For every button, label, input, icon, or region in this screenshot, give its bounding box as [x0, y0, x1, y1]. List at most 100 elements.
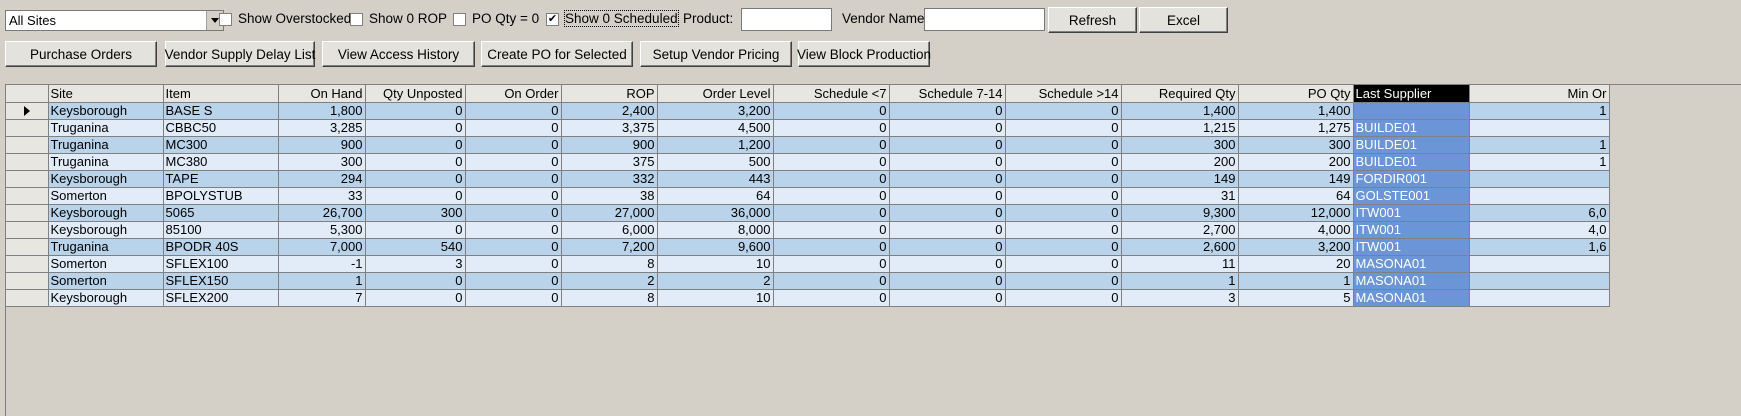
table-cell[interactable]: 0: [365, 221, 466, 239]
po-qty-zero-label[interactable]: PO Qty = 0: [472, 11, 539, 26]
table-cell[interactable]: BUILDE01: [1353, 119, 1470, 137]
table-row[interactable]: Keysborough BASE S 1,800 0 0 2,400 3,200 0 0 0 1,4…: [6, 102, 1610, 120]
table-cell[interactable]: 0: [773, 221, 890, 239]
table-cell[interactable]: 0: [365, 136, 466, 154]
table-cell[interactable]: 0: [1005, 170, 1122, 188]
table-cell[interactable]: 1: [1121, 272, 1239, 290]
table-cell[interactable]: 0: [773, 204, 890, 222]
table-cell[interactable]: MASONA01: [1353, 289, 1470, 307]
table-cell[interactable]: 3: [1121, 289, 1239, 307]
table-cell[interactable]: 7,200: [561, 238, 658, 256]
table-cell[interactable]: MC300: [163, 136, 279, 154]
table-cell[interactable]: 0: [773, 119, 890, 137]
table-cell[interactable]: 1: [1469, 153, 1610, 171]
site-select[interactable]: All Sites: [5, 10, 224, 31]
po-qty-zero-checkbox[interactable]: [453, 13, 466, 26]
row-indicator[interactable]: [6, 289, 49, 307]
column-header[interactable]: Schedule <7: [773, 85, 890, 103]
table-cell[interactable]: 0: [465, 187, 562, 205]
table-cell[interactable]: 0: [365, 119, 466, 137]
column-header[interactable]: Site: [48, 85, 164, 103]
table-cell[interactable]: Keysborough: [48, 102, 164, 120]
row-indicator[interactable]: [6, 170, 49, 188]
table-cell[interactable]: 0: [889, 136, 1006, 154]
table-cell[interactable]: 0: [773, 255, 890, 273]
table-cell[interactable]: 149: [1121, 170, 1239, 188]
table-cell[interactable]: 1: [1469, 136, 1610, 154]
table-cell[interactable]: [1469, 119, 1610, 137]
table-row[interactable]: Keysborough 85100 5,300 0 0 6,000 8,000 0 0 0 2,70…: [6, 221, 1610, 239]
table-cell[interactable]: 0: [465, 153, 562, 171]
table-cell[interactable]: 0: [773, 238, 890, 256]
table-row[interactable]: Somerton BPOLYSTUB 33 0 0 38 64 0 0 0 31 64 GOLSTE00…: [6, 187, 1610, 205]
table-cell[interactable]: 0: [465, 255, 562, 273]
column-header[interactable]: Qty Unposted: [365, 85, 466, 103]
table-cell[interactable]: 294: [278, 170, 366, 188]
table-row[interactable]: Keysborough SFLEX200 7 0 0 8 10 0 0 0 3 5 MASONA01: [6, 289, 1610, 307]
table-cell[interactable]: 64: [1238, 187, 1354, 205]
table-cell[interactable]: BPOLYSTUB: [163, 187, 279, 205]
table-cell[interactable]: 10: [657, 289, 774, 307]
row-indicator[interactable]: [6, 255, 49, 273]
table-cell[interactable]: 0: [1005, 119, 1122, 137]
table-cell[interactable]: BASE S: [163, 102, 279, 120]
table-cell[interactable]: 0: [773, 289, 890, 307]
show-zero-rop-label[interactable]: Show 0 ROP: [369, 11, 447, 26]
table-cell[interactable]: 0: [773, 102, 890, 120]
excel-button[interactable]: Excel: [1139, 7, 1228, 33]
table-cell[interactable]: [1469, 187, 1610, 205]
table-cell[interactable]: Truganina: [48, 153, 164, 171]
table-cell[interactable]: 0: [889, 153, 1006, 171]
table-cell[interactable]: 10: [657, 255, 774, 273]
table-cell[interactable]: 0: [365, 170, 466, 188]
column-header-selected[interactable]: Last Supplier: [1353, 85, 1470, 103]
table-cell[interactable]: Somerton: [48, 272, 164, 290]
table-cell[interactable]: 0: [465, 102, 562, 120]
table-cell[interactable]: 2,400: [561, 102, 658, 120]
column-header[interactable]: ROP: [561, 85, 658, 103]
column-header[interactable]: Order Level: [657, 85, 774, 103]
table-cell[interactable]: 0: [1005, 255, 1122, 273]
table-cell[interactable]: [1469, 272, 1610, 290]
table-row[interactable]: Keysborough 5065 26,700 300 0 27,000 36,000 0 0 0…: [6, 204, 1610, 222]
table-cell[interactable]: GOLSTE001: [1353, 187, 1470, 205]
table-cell[interactable]: 0: [773, 187, 890, 205]
table-cell[interactable]: MASONA01: [1353, 272, 1470, 290]
table-cell[interactable]: SFLEX100: [163, 255, 279, 273]
table-cell[interactable]: 0: [773, 272, 890, 290]
table-cell[interactable]: 33: [278, 187, 366, 205]
column-header[interactable]: On Hand: [278, 85, 366, 103]
table-cell[interactable]: 0: [889, 170, 1006, 188]
table-cell[interactable]: 0: [773, 153, 890, 171]
table-cell[interactable]: Keysborough: [48, 221, 164, 239]
column-header[interactable]: Schedule 7-14: [889, 85, 1006, 103]
table-cell[interactable]: Keysborough: [48, 204, 164, 222]
table-cell[interactable]: FORDIR001: [1353, 170, 1470, 188]
table-cell[interactable]: SFLEX150: [163, 272, 279, 290]
table-cell[interactable]: 0: [465, 170, 562, 188]
table-cell[interactable]: 0: [465, 221, 562, 239]
table-cell[interactable]: Keysborough: [48, 170, 164, 188]
column-header[interactable]: Schedule >14: [1005, 85, 1122, 103]
table-cell[interactable]: 4,0: [1469, 221, 1610, 239]
table-cell[interactable]: 1: [1469, 102, 1610, 120]
table-cell[interactable]: 3: [365, 255, 466, 273]
table-cell[interactable]: [1353, 102, 1470, 120]
table-cell[interactable]: 300: [365, 204, 466, 222]
table-row[interactable]: Somerton SFLEX150 1 0 0 2 2 0 0 0 1 1 MASONA01: [6, 272, 1610, 290]
table-cell[interactable]: 5,300: [278, 221, 366, 239]
table-cell[interactable]: 300: [1238, 136, 1354, 154]
table-cell[interactable]: [1469, 289, 1610, 307]
show-overstocked-checkbox[interactable]: [219, 13, 232, 26]
table-cell[interactable]: 3,285: [278, 119, 366, 137]
table-cell[interactable]: -1: [278, 255, 366, 273]
table-cell[interactable]: 1,800: [278, 102, 366, 120]
table-cell[interactable]: 0: [465, 272, 562, 290]
table-cell[interactable]: 0: [773, 170, 890, 188]
table-cell[interactable]: 1,400: [1238, 102, 1354, 120]
table-cell[interactable]: 500: [657, 153, 774, 171]
table-row[interactable]: Truganina MC380 300 0 0 375 500 0 0 0 200 200 BUILDE…: [6, 153, 1610, 171]
table-cell[interactable]: 0: [889, 102, 1006, 120]
table-cell[interactable]: 0: [1005, 187, 1122, 205]
view-block-production-button[interactable]: View Block Production: [797, 41, 931, 67]
